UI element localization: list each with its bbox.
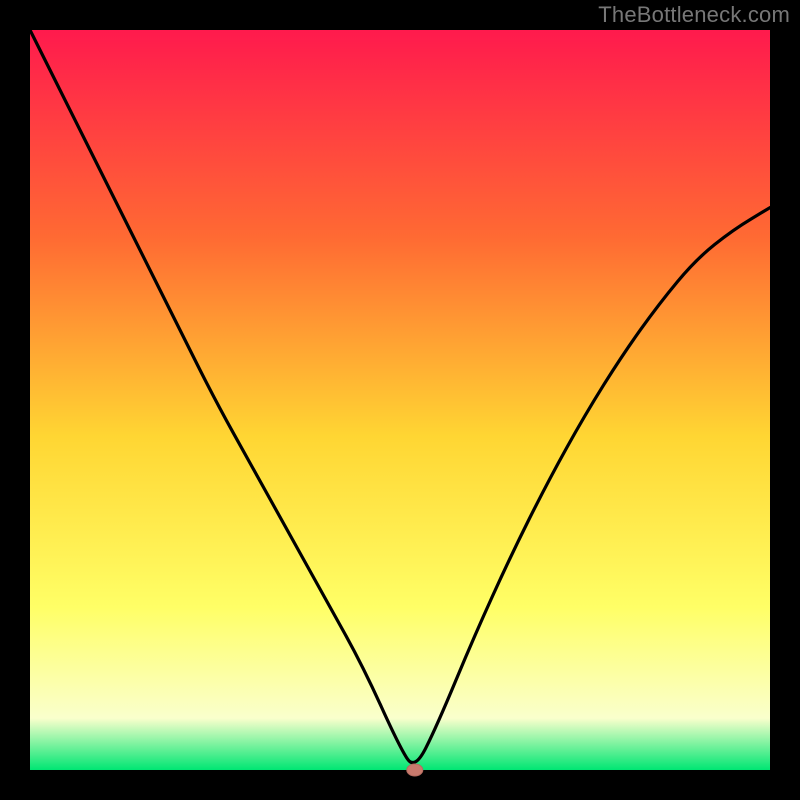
bottleneck-chart	[0, 0, 800, 800]
plot-background	[30, 30, 770, 770]
watermark-text: TheBottleneck.com	[598, 2, 790, 28]
chart-frame: { "watermark": "TheBottleneck.com", "col…	[0, 0, 800, 800]
optimal-point-marker	[407, 764, 423, 776]
